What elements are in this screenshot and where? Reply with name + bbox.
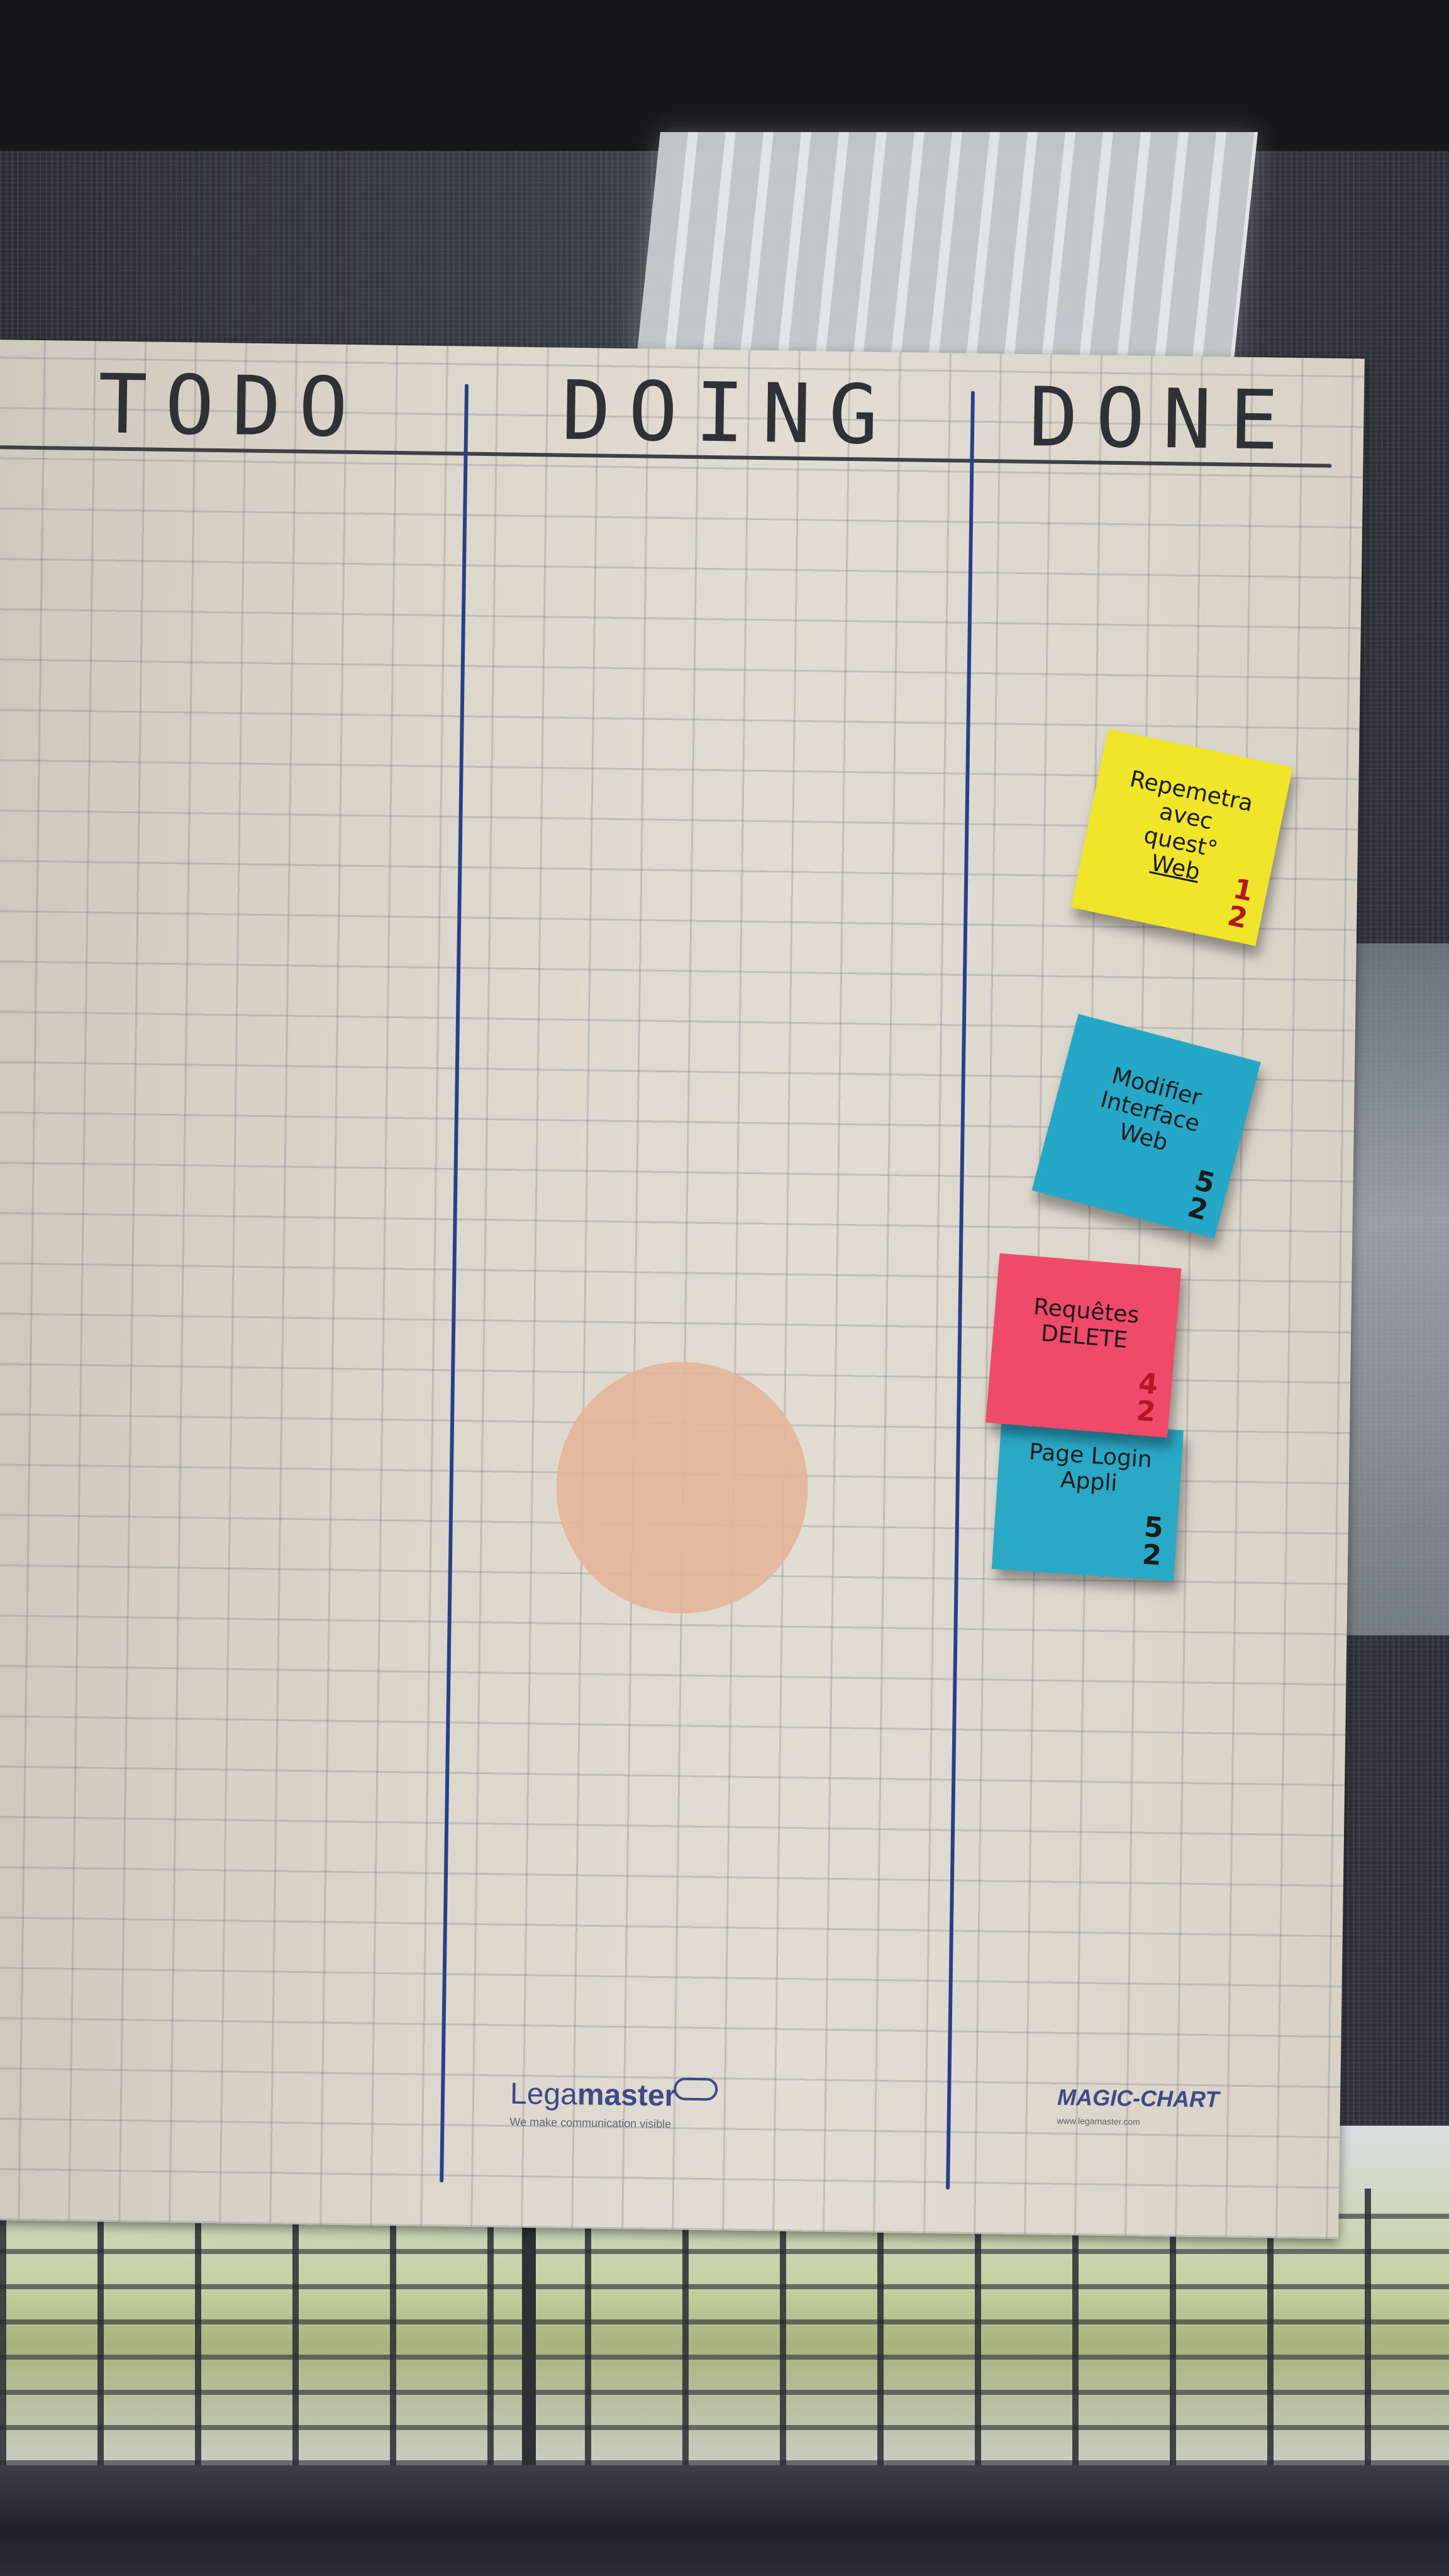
- legamaster-tagline: We make communication visible: [509, 2115, 672, 2131]
- estimate-bottom: 2: [1135, 1394, 1157, 1429]
- sticky-note-page-login[interactable]: Page Login Appli 5 2: [991, 1418, 1184, 1581]
- orange-dot-sticker: [554, 1360, 810, 1616]
- window-sill: [0, 2465, 1449, 2576]
- kanban-flip-chart: TODO DOING DONE Page Login Appli 5 2 Rep…: [0, 340, 1365, 2240]
- column-divider-1: [440, 384, 469, 2183]
- legamaster-mark-icon: [674, 2077, 718, 2101]
- logo-prefix: Lega: [509, 2077, 578, 2112]
- sticky-note-requetes-delete[interactable]: Requêtes DELETE 4 2: [985, 1253, 1182, 1438]
- wall-light-patch: [1340, 943, 1449, 1635]
- column-divider-2: [946, 391, 975, 2190]
- estimate-top: 5: [1143, 1511, 1165, 1545]
- column-header-doing: DOING: [560, 362, 897, 464]
- magic-chart-logo: MAGIC-CHART: [1057, 2084, 1219, 2112]
- note-estimate: 4 2: [1135, 1367, 1159, 1429]
- legamaster-logo: Legamaster: [510, 2077, 677, 2114]
- estimate-bottom: 2: [1224, 899, 1250, 935]
- estimate-bottom: 2: [1141, 1538, 1163, 1572]
- rail-post: [522, 2201, 536, 2465]
- note-estimate: 5 2: [1184, 1164, 1218, 1228]
- brand-url: www.legamaster.com: [1057, 2115, 1141, 2127]
- note-estimate: 5 2: [1141, 1511, 1165, 1572]
- estimate-bottom: 2: [1184, 1191, 1211, 1228]
- column-header-done: DONE: [1028, 369, 1297, 469]
- ceiling-light-panel: [635, 132, 1258, 371]
- column-header-todo: TODO: [97, 356, 367, 456]
- logo-bold: master: [577, 2078, 677, 2113]
- ceiling: [0, 0, 1449, 151]
- sticky-note-web[interactable]: Repemetra avec quest° Web 1 2: [1070, 728, 1293, 947]
- sticky-note-modifier-interface[interactable]: Modifier Interface Web 5 2: [1031, 1014, 1261, 1239]
